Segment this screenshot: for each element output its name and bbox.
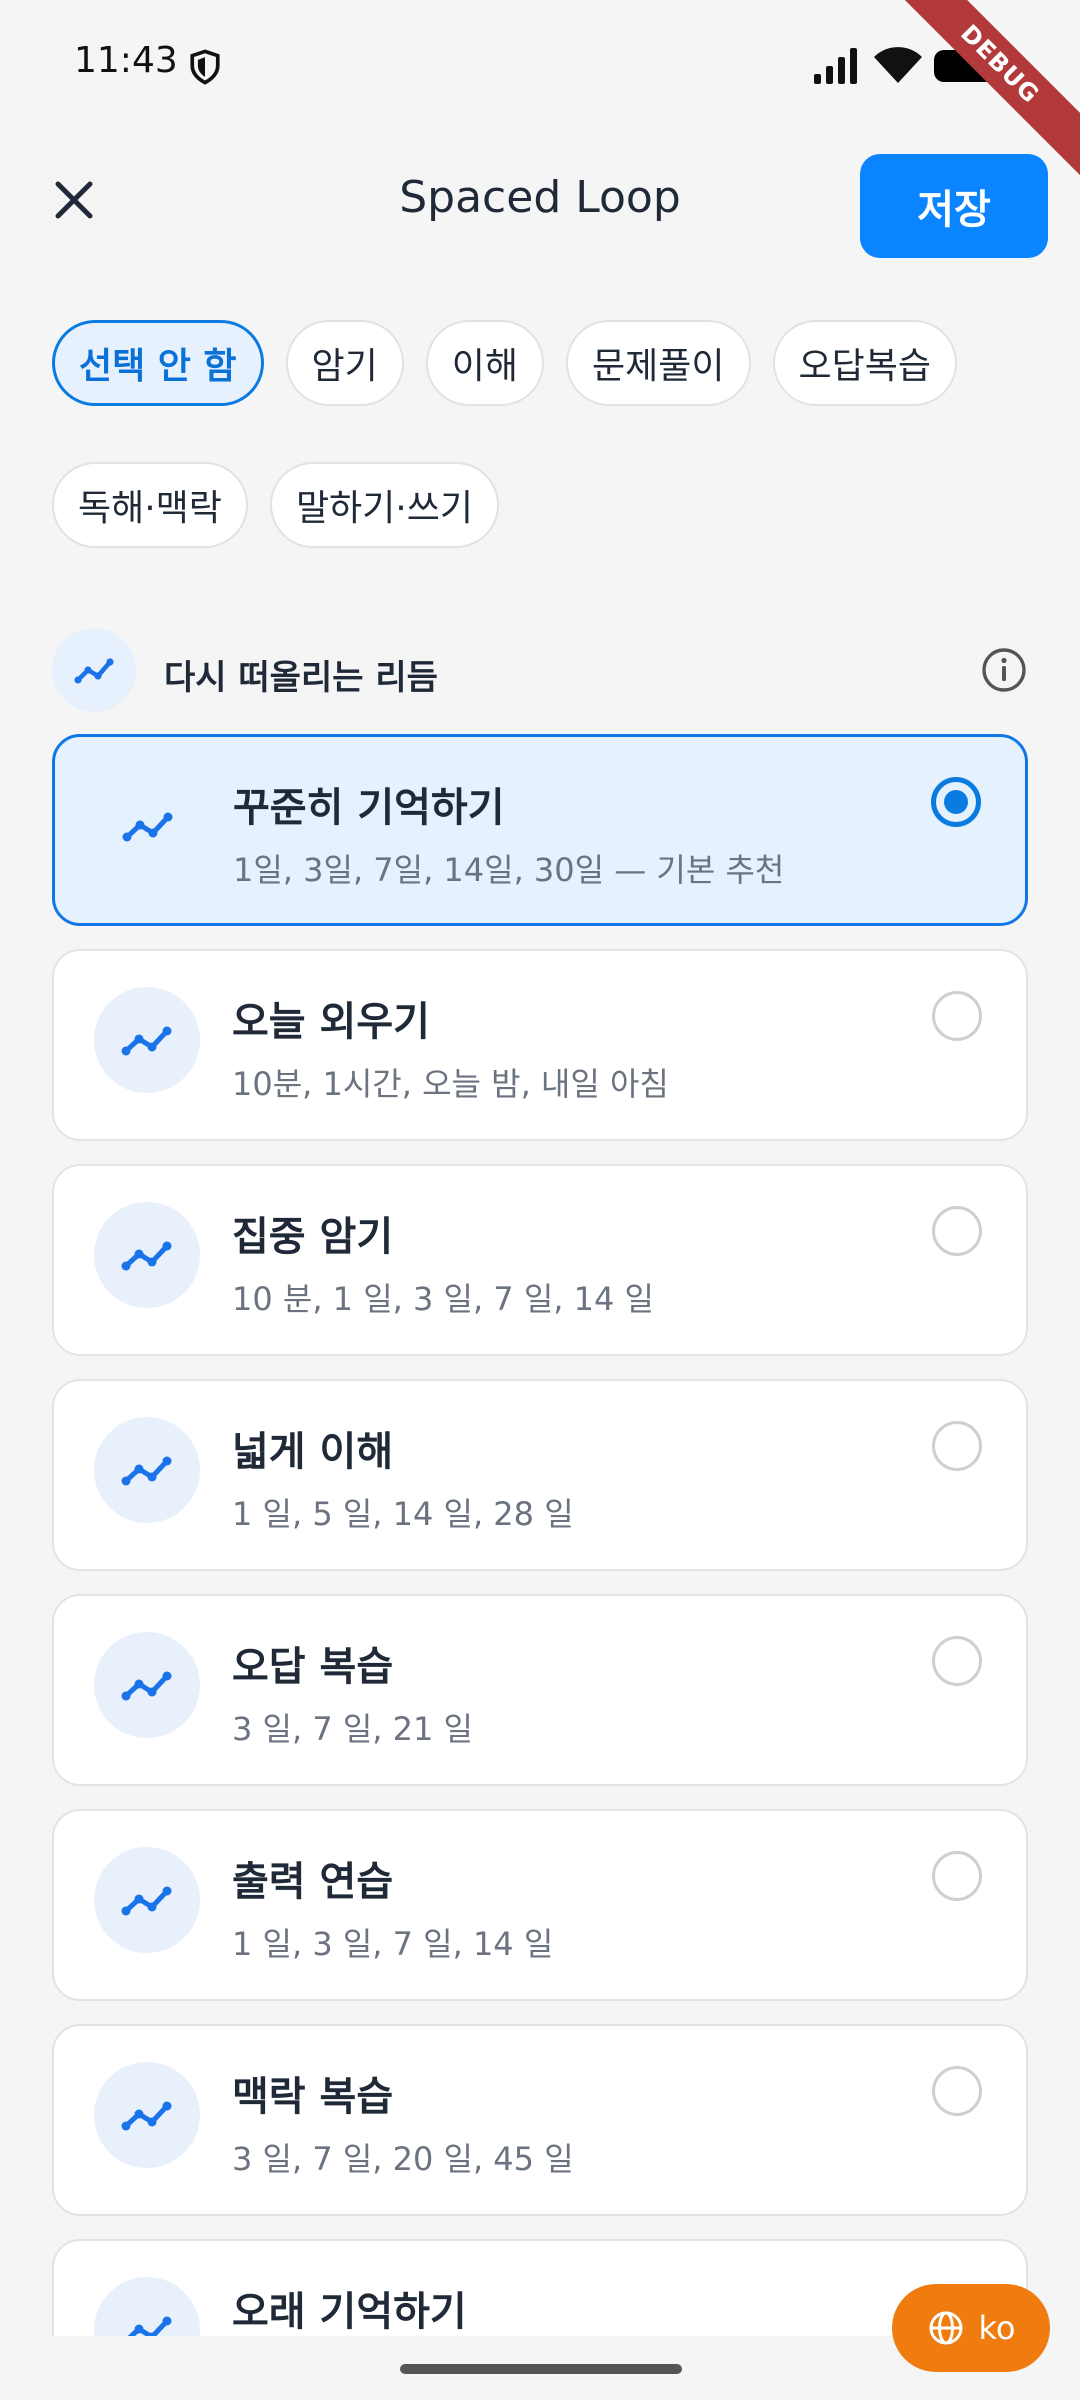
app-bar: Spaced Loop 저장 xyxy=(0,130,1080,280)
section-label: 다시 떠올리는 리듬 xyxy=(164,658,438,698)
radio-button[interactable] xyxy=(931,777,981,827)
rhythm-card[interactable]: 출력 연습 1 일, 3 일, 7 일, 14 일 xyxy=(52,1809,1028,2001)
language-button[interactable]: ko xyxy=(892,2284,1050,2372)
globe-icon xyxy=(929,2311,963,2345)
radio-button[interactable] xyxy=(932,1851,982,1901)
trend-icon xyxy=(95,773,201,879)
radio-button[interactable] xyxy=(932,1636,982,1686)
trend-icon xyxy=(94,1417,200,1523)
wifi-icon xyxy=(874,47,922,83)
chip-none[interactable]: 선택 안 함 xyxy=(52,320,264,406)
chip-speaking-writing[interactable]: 말하기·쓰기 xyxy=(269,462,499,548)
trend-icon xyxy=(52,628,136,712)
chip-reading-context[interactable]: 독해·맥락 xyxy=(52,462,248,548)
rhythm-intervals: 1 일, 3 일, 7 일, 14 일 xyxy=(232,1925,554,1963)
rhythm-card[interactable]: 꾸준히 기억하기 1일, 3일, 7일, 14일, 30일 — 기본 추천 xyxy=(52,734,1028,926)
home-indicator[interactable] xyxy=(400,2364,682,2374)
chip-problem-solving[interactable]: 문제풀이 xyxy=(566,320,751,406)
rhythm-intervals: 3 일, 7 일, 21 일 xyxy=(232,1710,473,1748)
rhythm-title: 집중 암기 xyxy=(232,1214,394,1260)
rhythm-title: 오래 기억하기 xyxy=(232,2289,467,2335)
save-button[interactable]: 저장 xyxy=(860,154,1048,258)
rhythm-card[interactable]: 맥락 복습 3 일, 7 일, 20 일, 45 일 xyxy=(52,2024,1028,2216)
trend-icon xyxy=(94,1847,200,1953)
rhythm-intervals: 1 일, 5 일, 14 일, 28 일 xyxy=(232,1495,574,1533)
rhythm-title: 오늘 외우기 xyxy=(232,999,430,1045)
rhythm-card[interactable]: 오답 복습 3 일, 7 일, 21 일 xyxy=(52,1594,1028,1786)
cellular-signal-icon xyxy=(814,48,857,84)
radio-button[interactable] xyxy=(932,1206,982,1256)
rhythm-title: 맥락 복습 xyxy=(232,2074,394,2120)
category-chips: 선택 안 함 암기 이해 문제풀이 오답복습 독해·맥락 말하기·쓰기 xyxy=(52,320,1052,548)
radio-button[interactable] xyxy=(932,2066,982,2116)
trend-icon xyxy=(94,1202,200,1308)
rhythm-title: 출력 연습 xyxy=(232,1859,394,1905)
chip-understand[interactable]: 이해 xyxy=(425,320,545,406)
rhythm-card[interactable]: 넓게 이해 1 일, 5 일, 14 일, 28 일 xyxy=(52,1379,1028,1571)
status-time: 11:43 xyxy=(74,40,178,81)
rhythm-intervals: 10 분, 1 일, 3 일, 7 일, 14 일 xyxy=(232,1280,654,1318)
rhythm-intervals: 10분, 1시간, 오늘 밤, 내일 아침 xyxy=(232,1065,669,1103)
rhythm-intervals: 1일, 3일, 7일, 14일, 30일 — 기본 추천 xyxy=(233,851,785,889)
trend-icon xyxy=(94,987,200,1093)
radio-button[interactable] xyxy=(932,991,982,1041)
rhythm-title: 넓게 이해 xyxy=(232,1429,394,1475)
rhythm-title: 꾸준히 기억하기 xyxy=(233,785,505,831)
rhythm-card[interactable]: 집중 암기 10 분, 1 일, 3 일, 7 일, 14 일 xyxy=(52,1164,1028,1356)
rhythm-intervals: 3 일, 7 일, 20 일, 45 일 xyxy=(232,2140,574,2178)
rhythm-title: 오답 복습 xyxy=(232,1644,394,1690)
shield-icon xyxy=(190,49,220,85)
chip-wrong-answer-review[interactable]: 오답복습 xyxy=(772,320,958,406)
chip-memorize[interactable]: 암기 xyxy=(285,320,404,406)
info-icon[interactable] xyxy=(980,646,1028,694)
status-bar: 11:43 DEBUG xyxy=(0,0,1080,186)
rhythm-card[interactable]: 오늘 외우기 10분, 1시간, 오늘 밤, 내일 아침 xyxy=(52,949,1028,1141)
trend-icon xyxy=(94,2062,200,2168)
rhythm-section-header: 다시 떠올리는 리듬 xyxy=(52,628,1028,712)
language-code: ko xyxy=(978,2309,1016,2347)
trend-icon xyxy=(94,1632,200,1738)
radio-button[interactable] xyxy=(932,1421,982,1471)
